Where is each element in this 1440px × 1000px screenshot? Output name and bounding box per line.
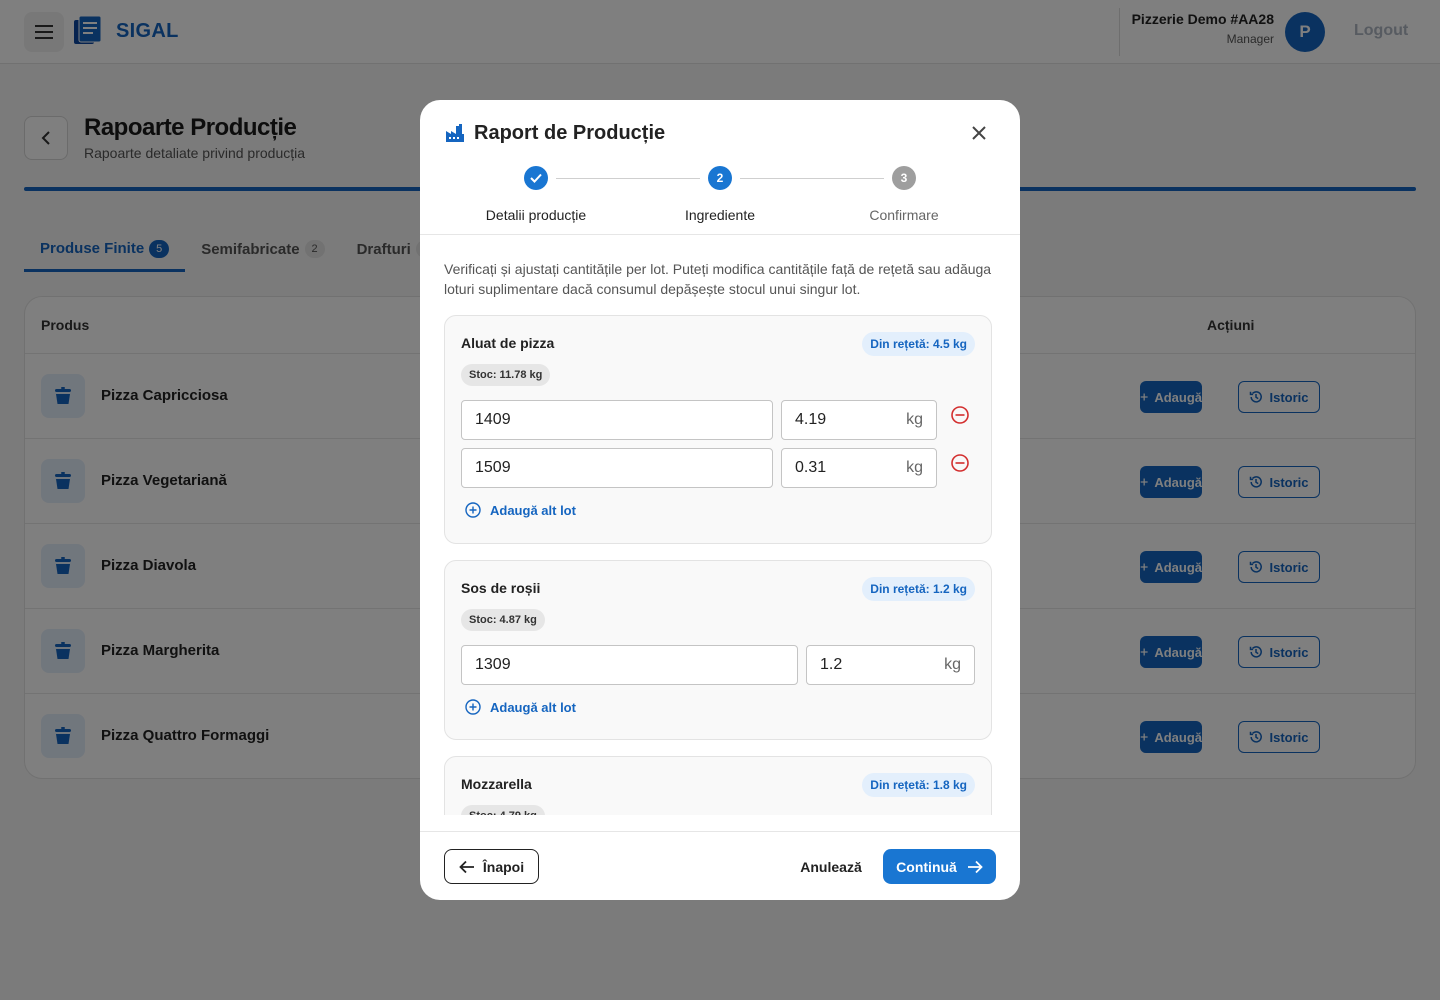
remove-circle-icon[interactable] <box>949 404 971 426</box>
lot-quantity-value: 4.19 <box>795 411 827 428</box>
lot-quantity-input[interactable]: 4.19 kg <box>781 400 937 440</box>
stock-chip: Stoc: 4.79 kg <box>461 805 545 815</box>
unit-label: kg <box>906 411 923 428</box>
continue-button[interactable]: Continuă <box>883 849 996 884</box>
continue-label: Continuă <box>896 858 957 875</box>
add-lot-label: Adaugă alt lot <box>490 502 576 518</box>
lot-quantity-value: 1.2 <box>820 656 843 673</box>
add-lot-button[interactable]: Adaugă alt lot <box>465 699 576 715</box>
step-2-indicator[interactable]: 2 <box>708 166 732 190</box>
close-icon[interactable] <box>966 120 992 146</box>
back-label: Înapoi <box>482 858 525 875</box>
stepper-connector <box>740 178 884 179</box>
back-button[interactable]: Înapoi <box>444 849 539 884</box>
recipe-quantity-chip: Din rețetă: 4.5 kg <box>862 332 975 356</box>
factory-icon <box>444 122 466 149</box>
arrow-right-icon <box>967 860 983 873</box>
add-circle-icon <box>465 502 481 518</box>
lot-quantity-value: 0.31 <box>795 459 827 476</box>
recipe-quantity-chip: Din rețetă: 1.8 kg <box>862 773 975 797</box>
dialog-footer-divider <box>420 831 1020 832</box>
step-3-label: Confirmare <box>869 207 939 223</box>
dialog-title: Raport de Producție <box>474 122 666 144</box>
unit-label: kg <box>944 656 961 673</box>
ingredient-name: Aluat de pizza <box>461 335 555 351</box>
lot-quantity-input[interactable]: 0.31 kg <box>781 448 937 488</box>
ingredient-name: Mozzarella <box>461 776 532 792</box>
step-1-label: Detalii producție <box>485 207 587 223</box>
unit-label: kg <box>906 459 923 476</box>
dialog-content[interactable]: Verificați și ajustați cantitățile per l… <box>420 235 1020 815</box>
production-report-dialog: Raport de Producție 2 3 Detalii producți… <box>420 100 1020 900</box>
recipe-quantity-chip: Din rețetă: 1.2 kg <box>862 577 975 601</box>
ingredient-card-aluat: Aluat de pizza Din rețetă: 4.5 kg Stoc: … <box>444 315 992 544</box>
cancel-button[interactable]: Anulează <box>796 849 866 884</box>
lot-number-input[interactable]: 1509 <box>461 448 773 488</box>
lot-number-input[interactable]: 1309 <box>461 645 798 685</box>
ingredient-card-mozzarella: Mozzarella Din rețetă: 1.8 kg Stoc: 4.79… <box>444 756 992 815</box>
step-2-label: Ingrediente <box>684 207 756 223</box>
step-3-indicator[interactable]: 3 <box>892 166 916 190</box>
arrow-left-icon <box>459 860 474 873</box>
stock-chip: Stoc: 11.78 kg <box>461 364 551 386</box>
add-lot-button[interactable]: Adaugă alt lot <box>465 502 576 518</box>
remove-circle-icon[interactable] <box>949 452 971 474</box>
instructions-text: Verificați și ajustați cantitățile per l… <box>444 261 992 297</box>
add-lot-label: Adaugă alt lot <box>490 699 576 715</box>
lot-number-value: 1409 <box>475 411 511 428</box>
lot-number-input[interactable]: 1409 <box>461 400 773 440</box>
lot-number-value: 1309 <box>475 656 511 673</box>
lot-number-value: 1509 <box>475 459 511 476</box>
lot-quantity-input[interactable]: 1.2 kg <box>806 645 975 685</box>
add-circle-icon <box>465 699 481 715</box>
stepper-connector <box>556 178 700 179</box>
ingredient-name: Sos de roșii <box>461 580 541 596</box>
ingredient-card-sos: Sos de roșii Din rețetă: 1.2 kg Stoc: 4.… <box>444 560 992 740</box>
stock-chip: Stoc: 4.87 kg <box>461 609 545 631</box>
step-1-done-check-icon[interactable] <box>524 166 548 190</box>
